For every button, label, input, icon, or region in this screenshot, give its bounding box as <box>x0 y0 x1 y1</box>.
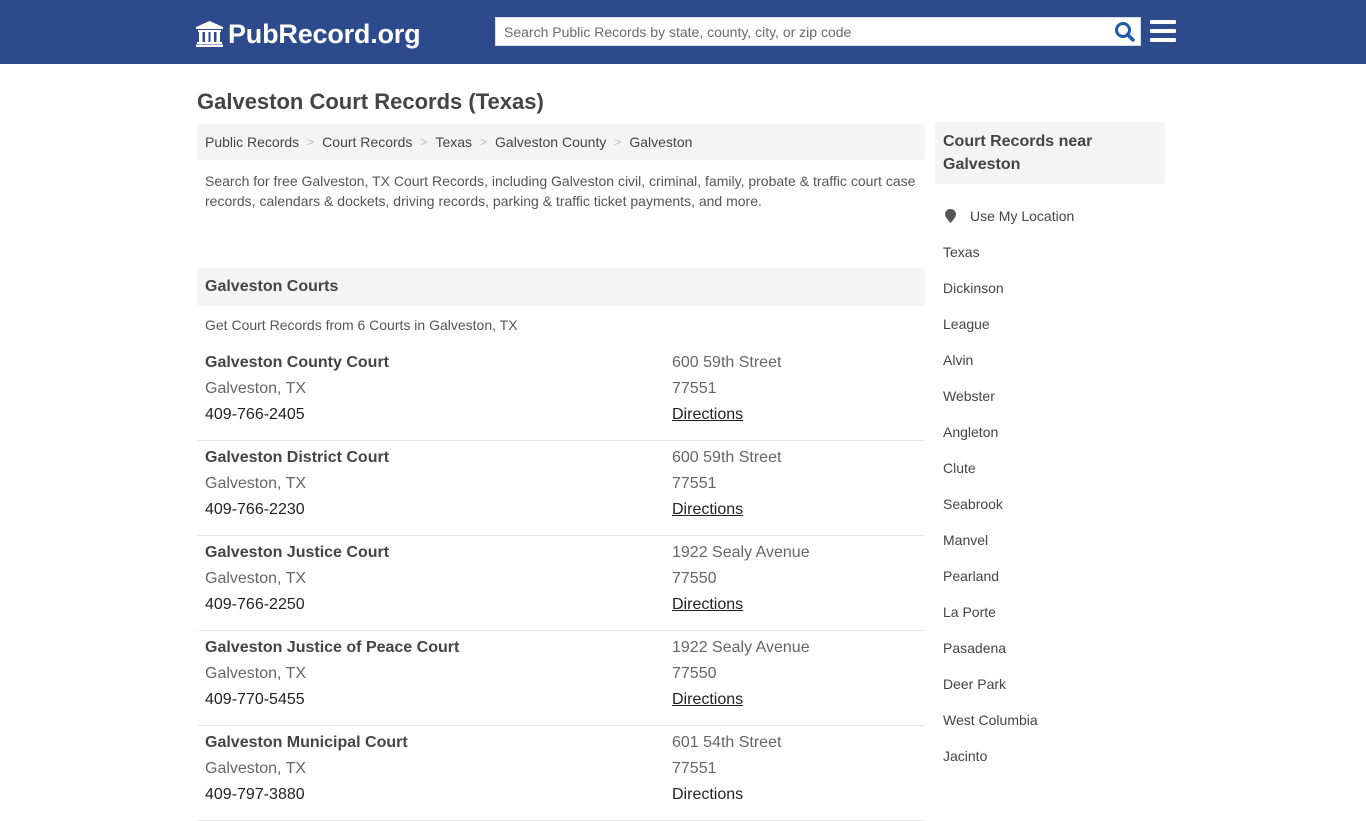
court-address: 1922 Sealy Avenue <box>672 544 810 561</box>
court-city: Galveston, TX <box>205 380 307 397</box>
court-city: Galveston, TX <box>205 760 307 777</box>
breadcrumb-separator: > <box>480 135 488 149</box>
breadcrumb: Public Records > Court Records > Texas >… <box>197 124 925 160</box>
court-name: Galveston Municipal Court <box>205 734 408 751</box>
sidebar-item-pearland[interactable]: Pearland <box>935 558 1165 594</box>
court-phone: 409-766-2405 <box>205 406 305 423</box>
court-list-item: Galveston District Court Galveston, TX 4… <box>197 441 925 536</box>
court-phone: 409-766-2250 <box>205 596 305 613</box>
court-zip: 77551 <box>672 380 717 397</box>
sidebar: Court Records near Galveston Use My Loca… <box>935 122 1165 774</box>
court-zip: 77551 <box>672 760 717 777</box>
nearby-locations-list: Use My Location Texas Dickinson League A… <box>935 198 1165 774</box>
court-address: 601 54th Street <box>672 734 782 751</box>
breadcrumb-galveston[interactable]: Galveston <box>629 134 692 150</box>
court-list-item: Galveston Justice Court Galveston, TX 40… <box>197 536 925 631</box>
sidebar-item-jacinto[interactable]: Jacinto <box>935 738 1165 774</box>
courts-count-text: Get Court Records from 6 Courts in Galve… <box>205 317 518 333</box>
sidebar-item-manvel[interactable]: Manvel <box>935 522 1165 558</box>
map-pin-icon <box>945 209 956 223</box>
sidebar-item-league[interactable]: League <box>935 306 1165 342</box>
directions-link[interactable]: Directions <box>672 501 743 518</box>
court-phone: 409-766-2230 <box>205 501 305 518</box>
use-my-location-link[interactable]: Use My Location <box>935 198 1165 234</box>
sidebar-item-angleton[interactable]: Angleton <box>935 414 1165 450</box>
directions-link[interactable]: Directions <box>672 596 743 613</box>
court-name: Galveston Justice of Peace Court <box>205 639 460 656</box>
courts-section-heading: Galveston Courts <box>197 268 925 306</box>
sidebar-item-la-porte[interactable]: La Porte <box>935 594 1165 630</box>
directions-link[interactable]: Directions <box>672 406 743 423</box>
sidebar-item-texas[interactable]: Texas <box>935 234 1165 270</box>
sidebar-item-seabrook[interactable]: Seabrook <box>935 486 1165 522</box>
court-address: 600 59th Street <box>672 449 782 466</box>
main-content: Public Records > Court Records > Texas >… <box>197 124 925 821</box>
search-icon <box>1115 22 1135 42</box>
search-bar <box>495 17 1141 46</box>
sidebar-heading: Court Records near Galveston <box>935 122 1165 184</box>
breadcrumb-separator: > <box>420 135 428 149</box>
breadcrumb-separator: > <box>614 135 622 149</box>
courthouse-icon <box>196 21 223 47</box>
search-input[interactable] <box>496 18 1106 45</box>
logo-text: PubRecord.org <box>228 18 421 49</box>
sidebar-item-clute[interactable]: Clute <box>935 450 1165 486</box>
court-list-item: Galveston Justice of Peace Court Galvest… <box>197 631 925 726</box>
court-phone: 409-770-5455 <box>205 691 305 708</box>
use-my-location-label: Use My Location <box>970 208 1075 224</box>
court-city: Galveston, TX <box>205 475 307 492</box>
breadcrumb-texas[interactable]: Texas <box>435 134 472 150</box>
sidebar-item-pasadena[interactable]: Pasadena <box>935 630 1165 666</box>
breadcrumb-separator: > <box>307 135 315 149</box>
sidebar-item-dickinson[interactable]: Dickinson <box>935 270 1165 306</box>
court-city: Galveston, TX <box>205 570 307 587</box>
menu-bar-icon <box>1150 29 1176 33</box>
menu-bar-icon <box>1150 38 1176 42</box>
sidebar-item-deer-park[interactable]: Deer Park <box>935 666 1165 702</box>
sidebar-item-alvin[interactable]: Alvin <box>935 342 1165 378</box>
directions-link[interactable]: Directions <box>672 691 743 708</box>
court-list-item: Galveston Municipal Court Galveston, TX … <box>197 726 925 821</box>
sidebar-item-webster[interactable]: Webster <box>935 378 1165 414</box>
breadcrumb-court-records[interactable]: Court Records <box>322 134 412 150</box>
sidebar-item-west-columbia[interactable]: West Columbia <box>935 702 1165 738</box>
site-logo[interactable]: PubRecord.org <box>196 18 421 50</box>
court-zip: 77550 <box>672 665 717 682</box>
court-address: 1922 Sealy Avenue <box>672 639 810 656</box>
search-button[interactable] <box>1114 21 1136 43</box>
top-navigation-bar: PubRecord.org <box>0 0 1366 64</box>
court-phone: 409-797-3880 <box>205 786 305 803</box>
page-title: Galveston Court Records (Texas) <box>197 89 544 114</box>
court-city: Galveston, TX <box>205 665 307 682</box>
court-list-item: Galveston County Court Galveston, TX 409… <box>197 346 925 441</box>
court-address: 600 59th Street <box>672 354 782 371</box>
court-zip: 77550 <box>672 570 717 587</box>
breadcrumb-galveston-county[interactable]: Galveston County <box>495 134 606 150</box>
court-name: Galveston Justice Court <box>205 544 390 561</box>
court-zip: 77551 <box>672 475 717 492</box>
court-name: Galveston District Court <box>205 449 390 466</box>
menu-bar-icon <box>1150 20 1176 24</box>
court-name: Galveston County Court <box>205 354 390 371</box>
directions-link[interactable]: Directions <box>672 786 743 803</box>
breadcrumb-public-records[interactable]: Public Records <box>205 134 299 150</box>
intro-text: Search for free Galveston, TX Court Reco… <box>205 173 916 209</box>
hamburger-menu-button[interactable] <box>1150 20 1176 42</box>
